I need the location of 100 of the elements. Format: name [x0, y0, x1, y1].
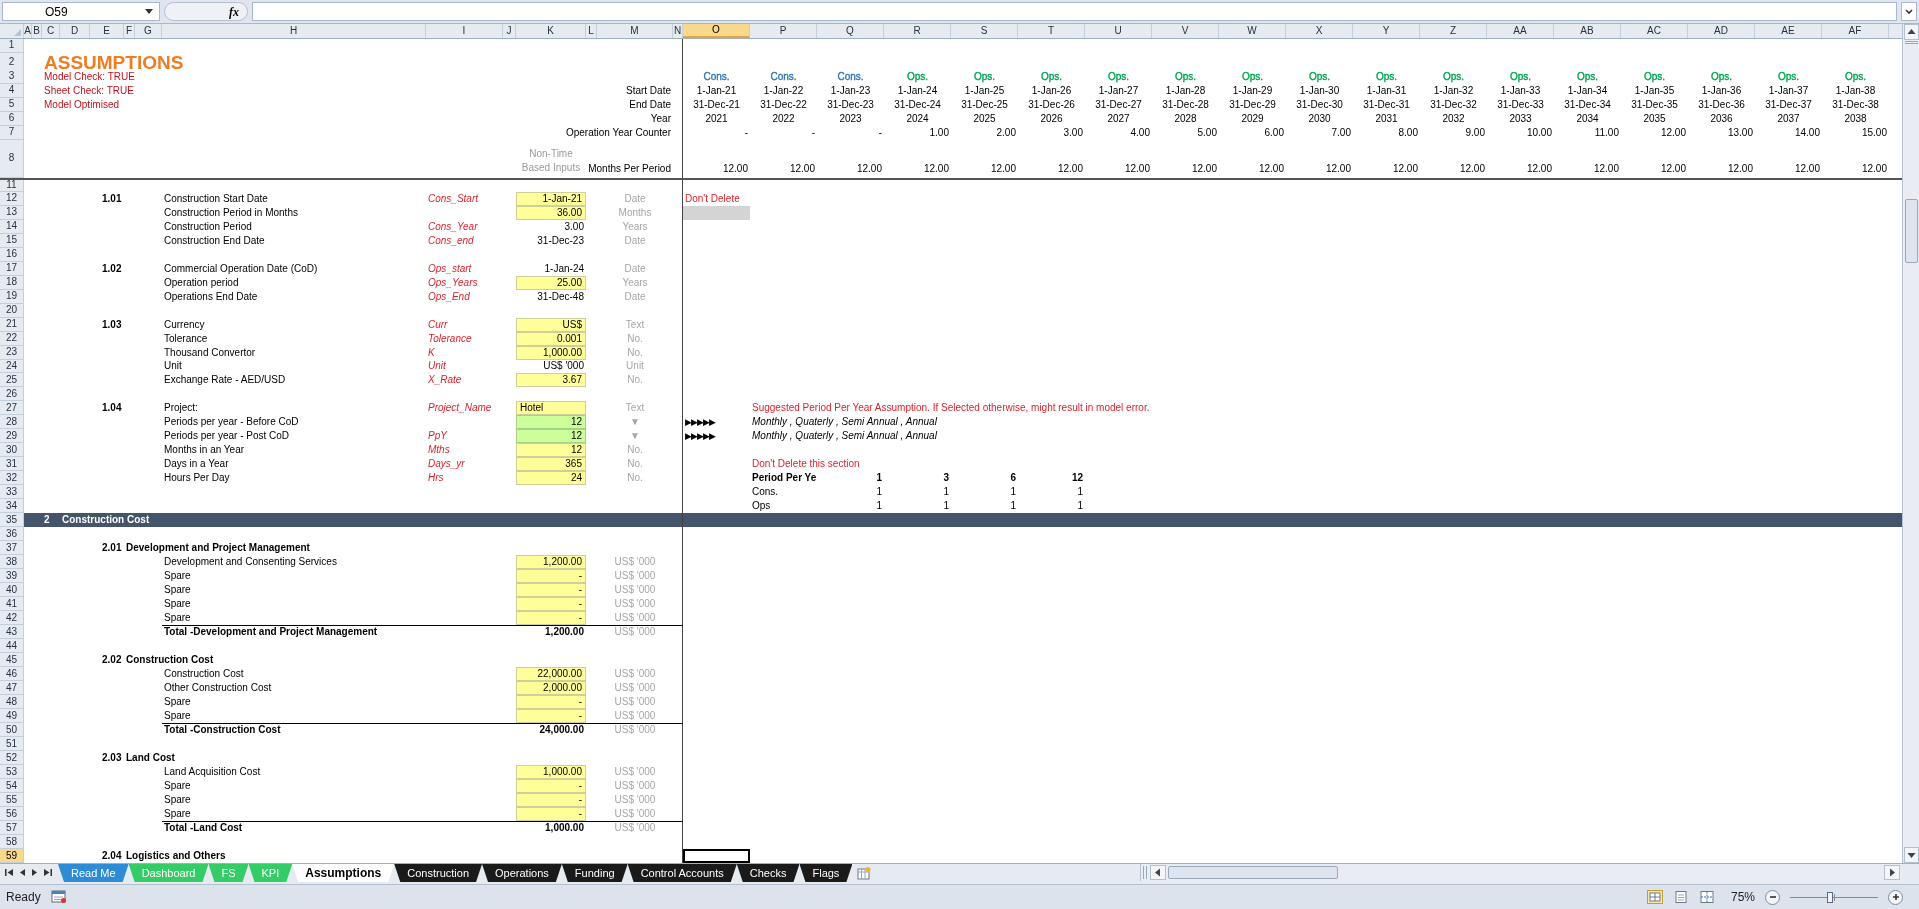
row-header[interactable]: 58	[0, 835, 24, 850]
row-header[interactable]: 31	[0, 457, 24, 472]
row-header[interactable]: 29	[0, 429, 24, 444]
zoom-slider-thumb[interactable]	[1826, 891, 1833, 903]
sheet-tab[interactable]: Read Me	[58, 864, 129, 882]
column-header[interactable]: W	[1219, 24, 1286, 38]
input-cell[interactable]: 1-Jan-21	[516, 191, 586, 206]
column-header[interactable]: S	[951, 24, 1018, 38]
row-header[interactable]: 45	[0, 653, 24, 668]
row-header[interactable]: 34	[0, 499, 24, 514]
row-header[interactable]: 41	[0, 597, 24, 612]
row-header[interactable]: 50	[0, 723, 24, 738]
column-header[interactable]: AA	[1487, 24, 1554, 38]
row-header[interactable]: 38	[0, 555, 24, 570]
dropdown-arrow-icon[interactable]	[145, 9, 153, 14]
sheet-tab[interactable]: Construction	[394, 864, 483, 882]
row-header[interactable]: 37	[0, 541, 24, 556]
input-cell[interactable]: -	[516, 793, 586, 808]
row-header[interactable]: 48	[0, 695, 24, 710]
row-header[interactable]: 43	[0, 625, 24, 640]
input-cell[interactable]: 24	[516, 471, 586, 486]
row-header[interactable]: 57	[0, 821, 24, 836]
formula-input[interactable]	[252, 2, 1897, 21]
column-header[interactable]: A	[24, 24, 32, 38]
column-header[interactable]: P	[750, 24, 817, 38]
sheet-tab[interactable]: Assumptions	[292, 864, 395, 882]
input-cell[interactable]: -	[516, 807, 586, 822]
column-header[interactable]: Z	[1420, 24, 1487, 38]
input-cell[interactable]: 12	[516, 443, 586, 458]
input-cell[interactable]: US$	[516, 317, 586, 332]
column-header[interactable]: I	[426, 24, 503, 38]
sheet-tab[interactable]: Control Accounts	[627, 864, 737, 882]
row-header[interactable]: 26	[0, 387, 24, 402]
column-header[interactable]: O	[683, 24, 750, 38]
input-cell[interactable]: 22,000.00	[516, 667, 586, 682]
column-header[interactable]: R	[884, 24, 951, 38]
dropdown-cell[interactable]: 12	[516, 415, 586, 430]
input-cell[interactable]: 1,200.00	[516, 555, 586, 570]
column-header[interactable]: U	[1085, 24, 1152, 38]
row-header[interactable]: 40	[0, 583, 24, 598]
column-header[interactable]: AB	[1554, 24, 1621, 38]
scrollbar-thumb[interactable]	[1168, 866, 1338, 879]
row-header[interactable]: 47	[0, 681, 24, 696]
zoom-slider[interactable]	[1790, 890, 1878, 904]
row-header[interactable]: 35	[0, 513, 24, 528]
input-cell[interactable]: -	[516, 695, 586, 710]
zoom-in-button[interactable]	[1888, 889, 1903, 905]
row-header[interactable]: 27	[0, 401, 24, 416]
input-cell[interactable]: -	[516, 611, 586, 626]
sheet-tab[interactable]: Flags	[799, 864, 853, 882]
name-box[interactable]: O59	[2, 2, 160, 21]
column-header[interactable]: D	[60, 24, 90, 38]
horizontal-scrollbar[interactable]	[1140, 864, 1902, 881]
input-cell[interactable]: 3.67	[516, 373, 586, 388]
dropdown-cell[interactable]: 12	[516, 429, 586, 444]
zoom-level[interactable]: 75%	[1730, 891, 1755, 903]
active-cell[interactable]	[683, 849, 750, 863]
column-header[interactable]: L	[586, 24, 597, 38]
macro-record-icon[interactable]	[50, 890, 67, 904]
sheet-tab[interactable]: Checks	[736, 864, 800, 882]
column-header[interactable]: AD	[1688, 24, 1755, 38]
column-header[interactable]: E	[90, 24, 124, 38]
row-header[interactable]: 56	[0, 807, 24, 822]
column-header[interactable]: X	[1286, 24, 1353, 38]
vertical-scrollbar[interactable]	[1902, 24, 1919, 863]
column-header[interactable]: B	[32, 24, 42, 38]
column-header[interactable]: Y	[1353, 24, 1420, 38]
input-cell[interactable]: -	[516, 779, 586, 794]
input-cell[interactable]: 365	[516, 457, 586, 472]
page-layout-view-icon[interactable]	[1672, 890, 1689, 904]
expand-formula-bar-button[interactable]	[1901, 2, 1917, 21]
column-header[interactable]: K	[516, 24, 586, 38]
row-header[interactable]: 30	[0, 443, 24, 458]
column-header[interactable]: J	[503, 24, 516, 38]
column-header[interactable]: T	[1018, 24, 1085, 38]
input-cell[interactable]: 1,000.00	[516, 765, 586, 780]
input-cell[interactable]: 2,000.00	[516, 681, 586, 696]
row-header[interactable]: 46	[0, 667, 24, 682]
input-cell[interactable]: -	[516, 583, 586, 598]
input-cell[interactable]: -	[516, 597, 586, 612]
input-cell[interactable]: Hotel	[516, 401, 586, 416]
row-header[interactable]: 51	[0, 737, 24, 752]
page-break-preview-icon[interactable]	[1698, 890, 1715, 904]
first-sheet-icon[interactable]	[5, 868, 14, 877]
row-header[interactable]: 42	[0, 611, 24, 626]
column-header[interactable]: V	[1152, 24, 1219, 38]
row-header[interactable]: 1	[0, 39, 24, 53]
column-header[interactable]: AE	[1755, 24, 1822, 38]
row-header[interactable]: 32	[0, 471, 24, 486]
row-header[interactable]: 52	[0, 751, 24, 766]
row-header[interactable]: 44	[0, 639, 24, 654]
zoom-out-button[interactable]	[1765, 889, 1780, 905]
next-sheet-icon[interactable]	[31, 868, 38, 877]
column-header[interactable]: AC	[1621, 24, 1688, 38]
row-header[interactable]: 33	[0, 485, 24, 500]
input-cell[interactable]: -	[516, 569, 586, 584]
row-header[interactable]: 36	[0, 527, 24, 542]
column-header[interactable]: G	[135, 24, 162, 38]
scrollbar-thumb[interactable]	[1904, 199, 1918, 263]
split-handle[interactable]	[1143, 866, 1147, 879]
